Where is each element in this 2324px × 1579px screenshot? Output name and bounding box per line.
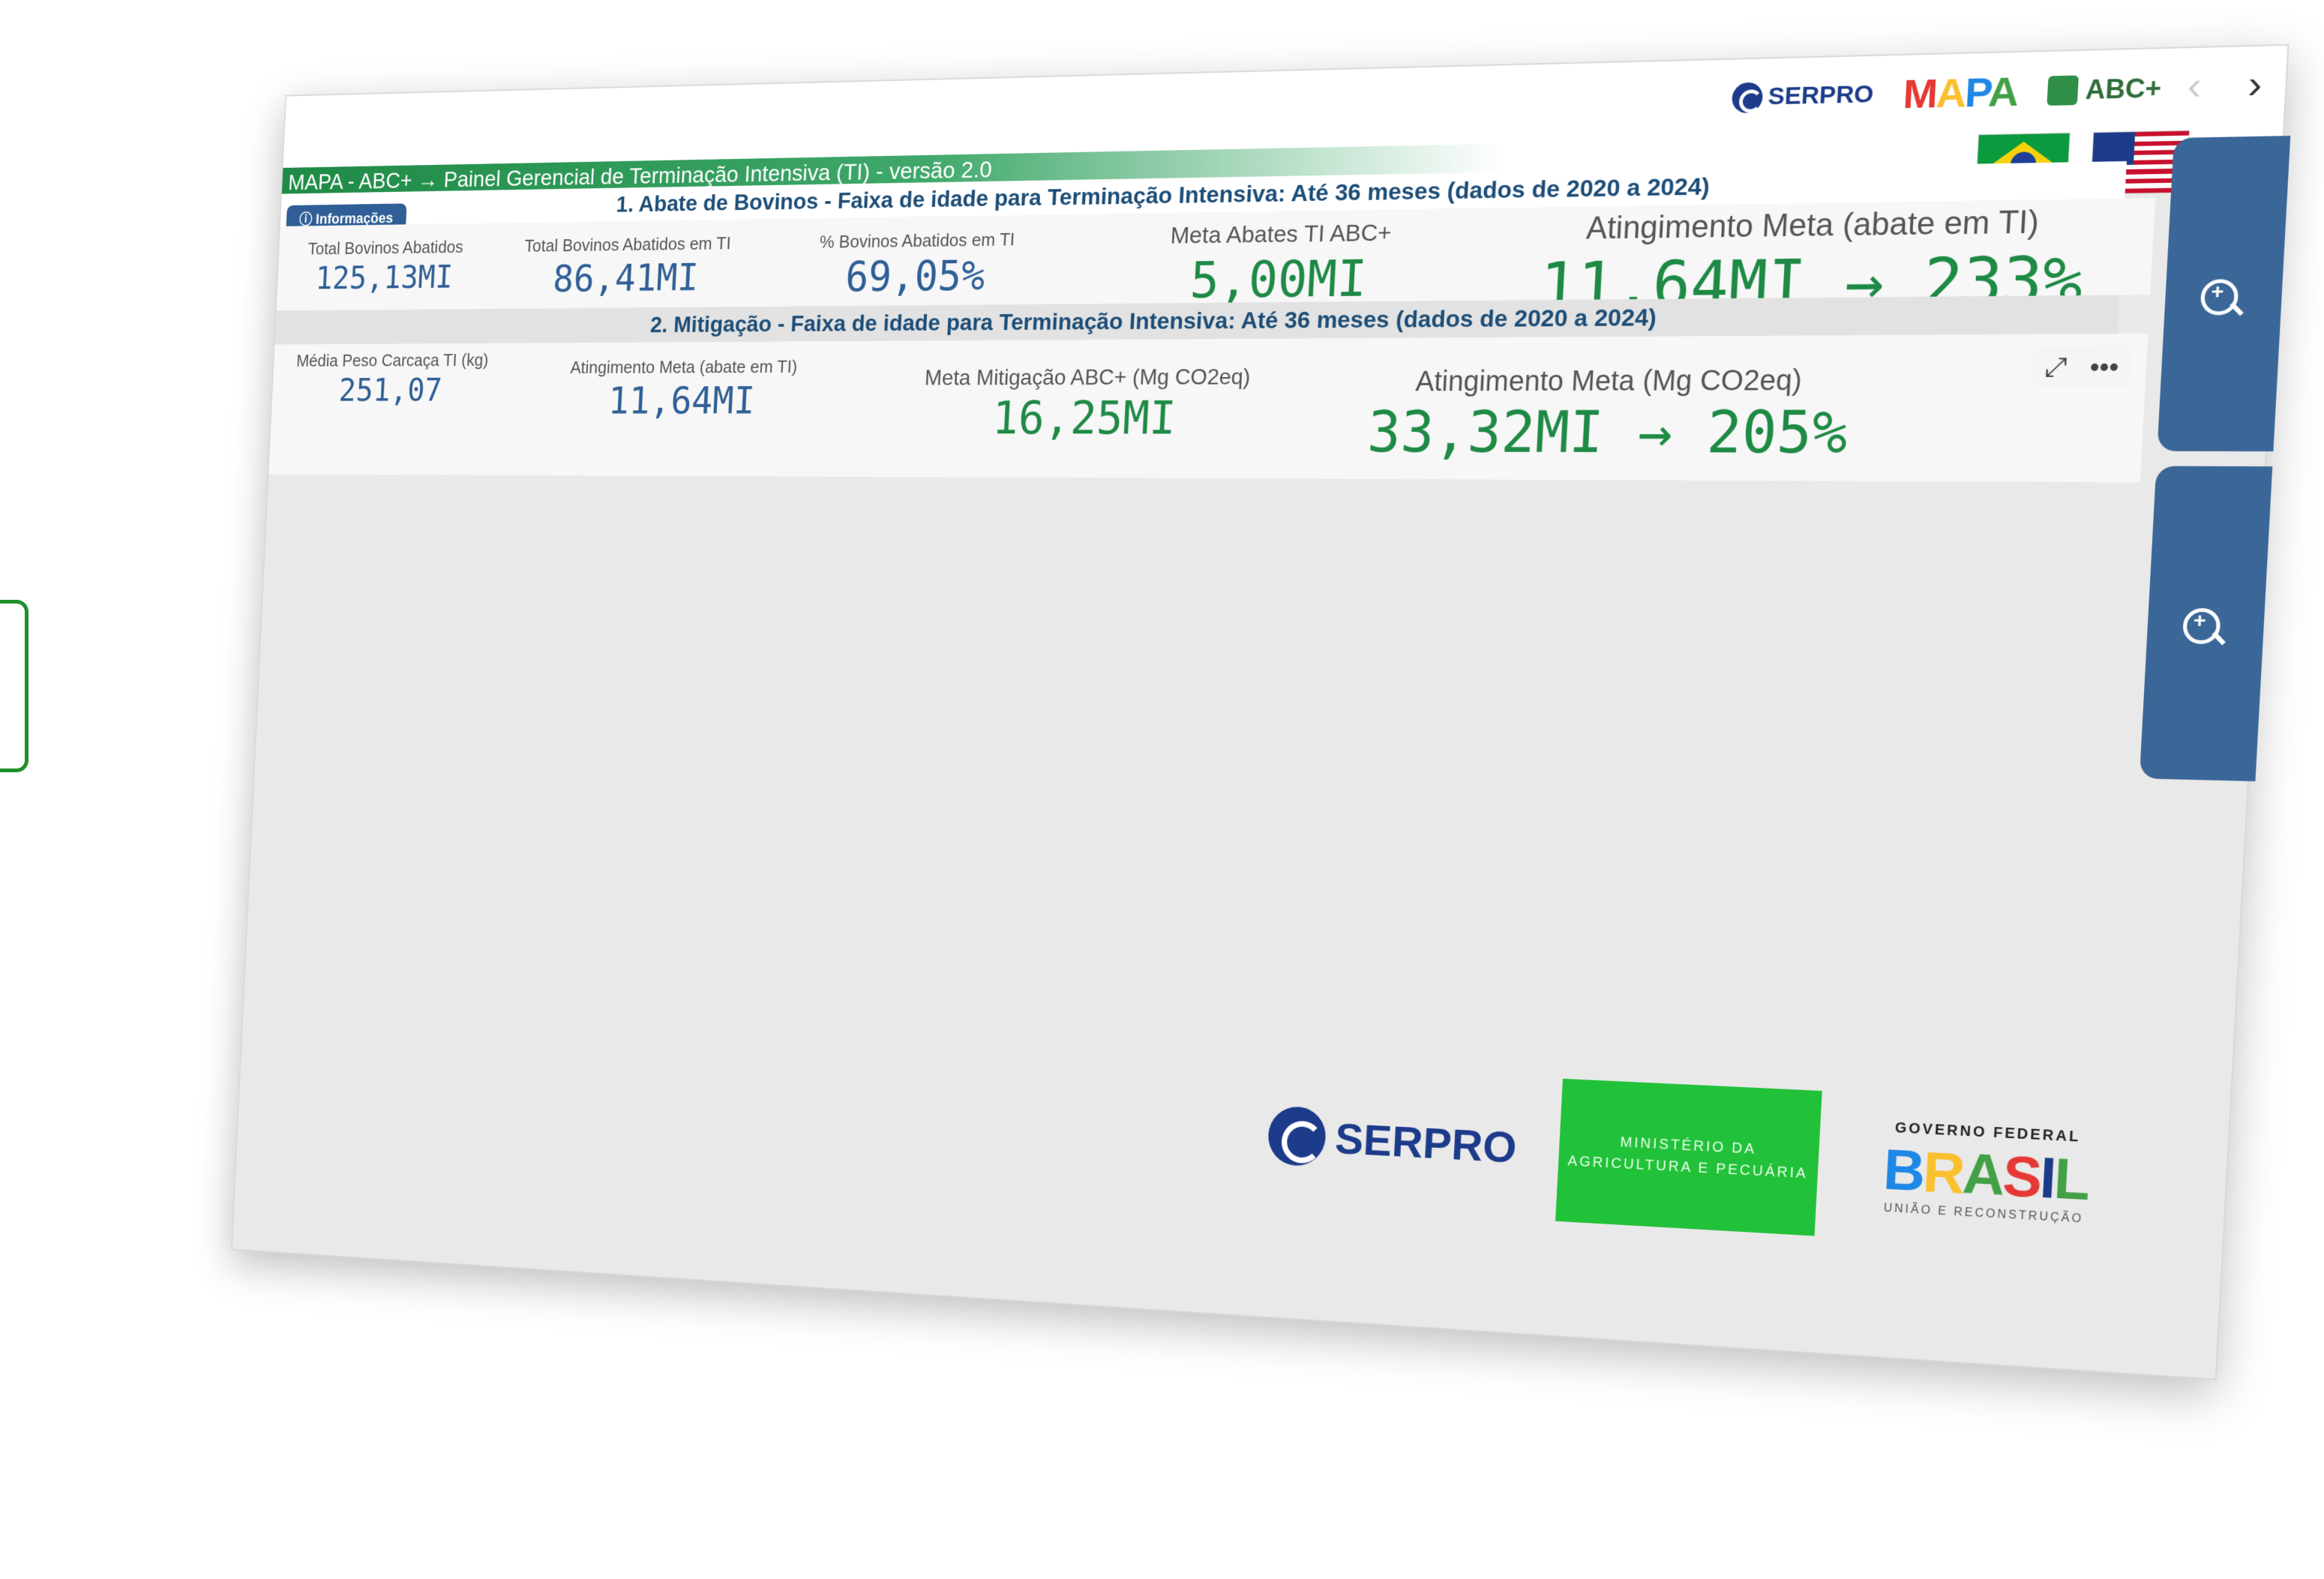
expand-icon[interactable]: ⤢ xyxy=(2044,352,2068,384)
kpi-media-peso: Média Peso Carcaça TI (kg) 251,07 xyxy=(271,349,511,409)
abc-logo: ABC+ xyxy=(2047,72,2162,106)
kpi-label: Meta Mitigação ABC+ (Mg CO2eq) xyxy=(924,364,1252,390)
kpi-total-ti: Total Bovinos Abatidos em TI 86,41MI xyxy=(490,232,765,301)
more-options-icon[interactable]: ••• xyxy=(2089,352,2120,384)
abc-icon xyxy=(2047,75,2079,106)
footer-logos: SERPRO MINISTÉRIO DA AGRICULTURA E PECUÁ… xyxy=(1265,1065,2114,1252)
sheet-navigation: ‹ › xyxy=(2186,61,2263,109)
kpi-label: Total Bovinos Abatidos xyxy=(307,236,464,259)
stage: MAPA - ABC+ → Painel Gerencial de Termin… xyxy=(0,0,2324,1579)
serpro-icon xyxy=(1731,82,1764,113)
section2-kpis: Média Peso Carcaça TI (kg) 251,07 Atingi… xyxy=(268,333,2149,483)
kpi-label: Meta Abates TI ABC+ xyxy=(1170,219,1393,250)
serpro-footer-text: SERPRO xyxy=(1333,1113,1519,1173)
kpi-label: % Bovinos Abatidos em TI xyxy=(819,229,1015,253)
kpi-value: 11,64MI xyxy=(607,379,757,423)
dashboard-panel: MAPA - ABC+ → Painel Gerencial de Termin… xyxy=(231,43,2291,1380)
kpi-label: Atingimento Meta (abate em TI) xyxy=(1585,204,2041,246)
ministerio-logo: MINISTÉRIO DA AGRICULTURA E PECUÁRIA xyxy=(1555,1078,1822,1236)
serpro-text: SERPRO xyxy=(1767,79,1875,111)
kpi-atingimento-mitigacao: Atingimento Meta (Mg CO2eq) 33,32MI → 20… xyxy=(1316,364,1905,467)
object-toolbar: ⤢ ••• xyxy=(2032,346,2132,388)
kpi-value: 16,25MI xyxy=(991,391,1177,445)
kpi-atingimento-abate-2: Atingimento Meta (abate em TI) 11,64MI xyxy=(508,356,859,423)
kpi-value: 33,32MI → 205% xyxy=(1366,398,1849,467)
kpi-meta-abates: Meta Abates TI ABC+ 5,00MI xyxy=(1069,218,1495,310)
serpro-logo: SERPRO xyxy=(1731,79,1875,113)
serpro-icon xyxy=(1267,1105,1327,1167)
kpi-label: Média Peso Carcaça TI (kg) xyxy=(295,349,489,370)
mapa-logo: MAPA xyxy=(1902,67,2019,117)
kpi-total-bovinos: Total Bovinos Abatidos 125,13MI xyxy=(277,236,493,297)
serpro-footer-logo: SERPRO xyxy=(1267,1105,1518,1177)
kpi-label: Atingimento Meta (abate em TI) xyxy=(569,356,798,378)
kpi-value: 251,07 xyxy=(337,371,443,409)
selection-highlight xyxy=(0,600,28,772)
kpi-value: 86,41MI xyxy=(552,255,700,301)
kpi-value: 69,05% xyxy=(844,252,986,301)
kpi-label: Atingimento Meta (Mg CO2eq) xyxy=(1414,364,1803,397)
next-sheet-button[interactable]: › xyxy=(2247,61,2263,109)
kpi-value: 125,13MI xyxy=(314,258,454,297)
side-tab-top[interactable] xyxy=(2157,136,2291,452)
side-tab-bottom[interactable] xyxy=(2139,466,2273,782)
header-logos: SERPRO MAPA ABC+ xyxy=(1731,64,2163,121)
kpi-percent-ti: % Bovinos Abatidos em TI 69,05% xyxy=(761,228,1073,301)
zoom-in-icon[interactable] xyxy=(2200,279,2239,316)
prev-sheet-button[interactable]: ‹ xyxy=(2186,63,2203,109)
governo-federal-logo: GOVERNO FEDERAL BRASIL UNIÃO E RECONSTRU… xyxy=(1860,1118,2113,1227)
abc-text: ABC+ xyxy=(2084,72,2163,105)
kpi-meta-mitigacao: Meta Mitigação ABC+ (Mg CO2eq) 16,25MI xyxy=(855,364,1321,445)
zoom-in-icon[interactable] xyxy=(2182,607,2221,645)
kpi-label: Total Bovinos Abatidos em TI xyxy=(523,232,732,256)
